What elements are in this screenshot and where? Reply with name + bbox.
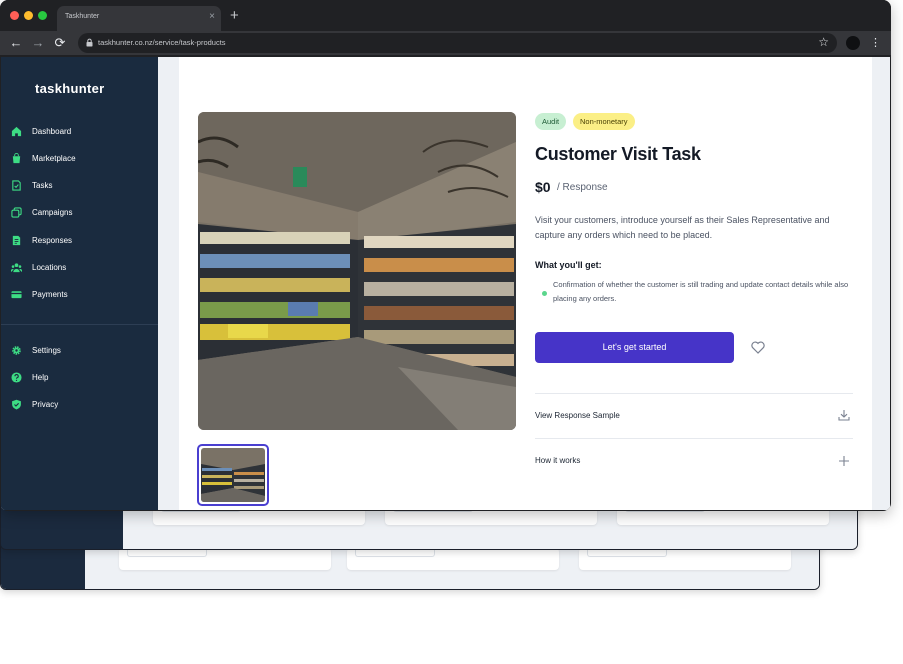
badge-audit: Audit	[535, 113, 567, 130]
app-area: taskhunter Dashboard Marketplace Tasks C…	[1, 57, 890, 510]
get-started-button[interactable]: Let's get started	[535, 332, 734, 363]
minimize-window-dot[interactable]	[24, 11, 33, 20]
task-description: Visit your customers, introduce yourself…	[535, 215, 830, 240]
plus-icon[interactable]	[838, 455, 850, 467]
sidebar-item-campaigns[interactable]: Campaigns	[1, 203, 158, 223]
new-tab-icon[interactable]: +	[230, 8, 239, 24]
sidebar-item-label: Responses	[32, 236, 73, 245]
sidebar-item-label: Tasks	[32, 181, 53, 190]
home-icon	[11, 126, 22, 137]
tab-title: Taskhunter	[65, 13, 100, 20]
sidebar-item-label: Privacy	[32, 400, 59, 409]
task-title: Customer Visit Task	[535, 144, 701, 164]
people-icon	[11, 263, 22, 273]
bag-icon	[12, 153, 21, 164]
task-detail-panel: Audit Non-monetary Customer Visit Task $…	[179, 57, 872, 510]
sidebar-item-label: Help	[32, 373, 49, 382]
reload-icon[interactable]: ⟳	[53, 35, 67, 51]
maximize-window-dot[interactable]	[38, 11, 47, 20]
browser-tab[interactable]: Taskhunter ×	[57, 6, 221, 31]
task-doc-icon	[12, 180, 21, 191]
divider	[535, 393, 853, 394]
browser-menu-icon[interactable]: ⋮	[870, 34, 881, 52]
browser-window: Taskhunter × + ← → ⟳ taskhunter.co.nz/se…	[0, 0, 891, 511]
sidebar-item-marketplace[interactable]: Marketplace	[1, 149, 158, 169]
sidebar-item-label: Marketplace	[32, 154, 76, 163]
task-hero-image	[198, 112, 516, 430]
shield-icon	[12, 399, 21, 410]
badge-non-monetary: Non-monetary	[573, 113, 635, 130]
campaign-icon	[11, 207, 22, 218]
address-bar[interactable]: taskhunter.co.nz/service/task-products ☆	[78, 33, 837, 53]
sidebar-item-dashboard[interactable]: Dashboard	[1, 122, 158, 142]
bookmark-star-icon[interactable]: ☆	[818, 35, 829, 49]
sidebar-item-help[interactable]: Help	[1, 368, 158, 388]
sidebar-item-settings[interactable]: Settings	[1, 341, 158, 361]
benefit-item: Confirmation of whether the customer is …	[553, 280, 849, 303]
tab-bar: Taskhunter × +	[0, 0, 891, 31]
lock-icon	[86, 38, 93, 47]
url-text: taskhunter.co.nz/service/task-products	[98, 38, 226, 47]
sidebar-item-tasks[interactable]: Tasks	[1, 176, 158, 196]
help-icon	[11, 372, 22, 383]
sidebar-item-locations[interactable]: Locations	[1, 258, 158, 278]
sidebar-divider	[1, 324, 158, 325]
view-response-sample-link[interactable]: View Response Sample	[535, 411, 620, 420]
image-thumbnail[interactable]	[197, 444, 269, 506]
sidebar-item-label: Payments	[32, 290, 68, 299]
task-price: $0	[535, 179, 551, 195]
sidebar-item-privacy[interactable]: Privacy	[1, 395, 158, 415]
browser-toolbar: ← → ⟳ taskhunter.co.nz/service/task-prod…	[0, 31, 891, 55]
sidebar-item-label: Dashboard	[32, 127, 72, 136]
bullet-dot	[542, 291, 547, 296]
download-icon[interactable]	[838, 409, 850, 421]
sidebar-item-responses[interactable]: Responses	[1, 231, 158, 251]
close-window-dot[interactable]	[10, 11, 19, 20]
sidebar-item-label: Locations	[32, 263, 67, 272]
what-youll-get-heading: What you'll get:	[535, 260, 602, 270]
price-unit: / Response	[557, 182, 608, 193]
how-it-works-toggle[interactable]: How it works	[535, 456, 580, 465]
logo: taskhunter	[35, 81, 105, 96]
response-doc-icon	[12, 235, 21, 246]
back-icon[interactable]: ←	[9, 35, 23, 51]
gear-icon	[12, 346, 21, 355]
sidebar-item-label: Campaigns	[32, 208, 73, 217]
forward-icon[interactable]: →	[31, 35, 45, 51]
tab-close-icon[interactable]: ×	[209, 11, 215, 23]
sidebar-item-label: Settings	[32, 346, 61, 355]
profile-avatar[interactable]	[846, 36, 860, 50]
heart-icon[interactable]	[751, 341, 765, 354]
card-icon	[11, 291, 22, 299]
divider	[535, 438, 853, 439]
sidebar-item-payments[interactable]: Payments	[1, 285, 158, 305]
sidebar: taskhunter Dashboard Marketplace Tasks C…	[1, 57, 158, 510]
